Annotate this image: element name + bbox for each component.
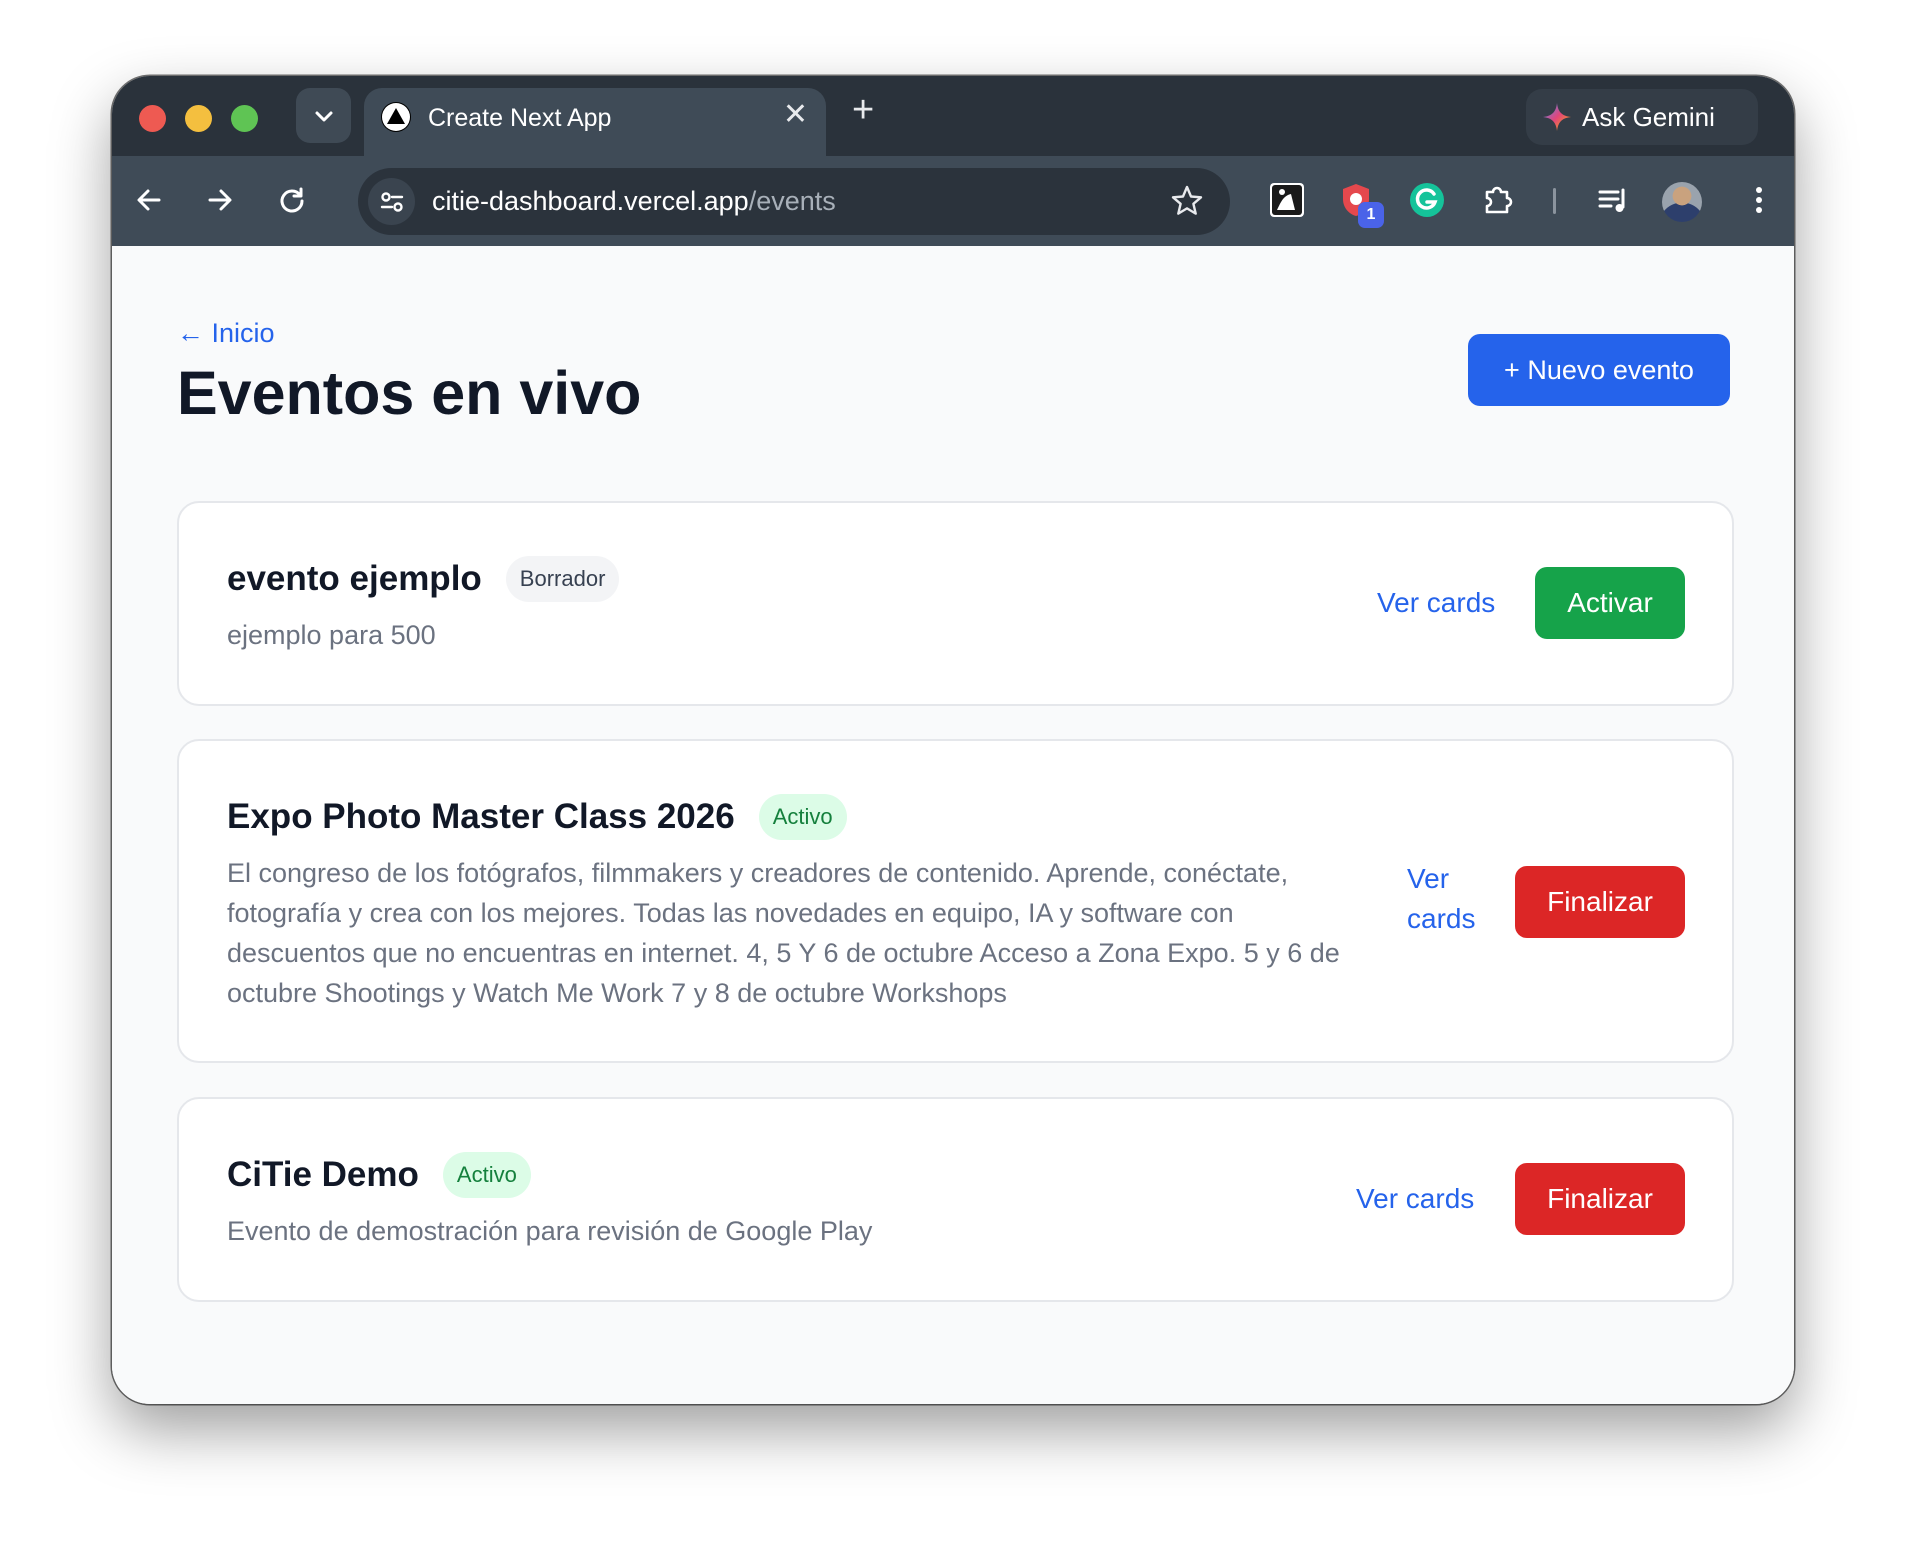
ask-gemini-label: Ask Gemini <box>1582 101 1715 132</box>
event-card: evento ejemplo Borrador ejemplo para 500… <box>177 501 1734 706</box>
activate-button[interactable]: Activar <box>1535 567 1685 639</box>
bookmark-button[interactable] <box>1170 184 1204 223</box>
event-title: CiTie Demo <box>227 1155 419 1194</box>
event-card-header: evento ejemplo Borrador <box>227 556 620 602</box>
reload-icon <box>280 187 304 213</box>
tab-close-icon[interactable]: ✕ <box>783 100 808 130</box>
event-title: evento ejemplo <box>227 559 482 598</box>
extensions-button[interactable] <box>1476 178 1520 222</box>
gemini-sparkle-icon <box>1543 103 1571 131</box>
url-text[interactable]: citie-dashboard.vercel.app/events <box>432 186 836 217</box>
tab-title: Create Next App <box>428 104 612 132</box>
view-cards-link[interactable]: Ver cards <box>1377 583 1495 623</box>
address-bar[interactable]: citie-dashboard.vercel.app/events <box>358 168 1230 235</box>
view-cards-link[interactable]: Ver cards <box>1356 1179 1474 1219</box>
new-tab-button[interactable]: + <box>852 90 874 130</box>
kindle-extension-icon <box>1270 183 1304 217</box>
event-card-header: CiTie Demo Activo <box>227 1152 531 1198</box>
event-card: Expo Photo Master Class 2026 Activo El c… <box>177 739 1734 1063</box>
reload-button[interactable] <box>270 178 314 222</box>
minimize-window-button[interactable] <box>185 105 212 132</box>
more-menu-icon <box>1756 187 1762 213</box>
url-path: /events <box>748 186 836 216</box>
more-menu-button[interactable] <box>1737 178 1781 222</box>
shield-extension-button[interactable]: 1 <box>1334 178 1384 228</box>
site-settings-button[interactable] <box>368 178 415 225</box>
kindle-extension-button[interactable] <box>1265 178 1309 222</box>
status-badge: Activo <box>758 794 847 840</box>
extension-badge: 1 <box>1358 202 1384 228</box>
page-content: ← Inicio Eventos en vivo + Nuevo evento … <box>112 246 1794 1404</box>
forward-arrow-icon <box>208 189 232 211</box>
page-title: Eventos en vivo <box>177 359 642 427</box>
media-controls-button[interactable] <box>1592 178 1636 222</box>
back-button[interactable] <box>127 178 171 222</box>
nextjs-favicon-icon <box>381 102 411 132</box>
bookmark-star-icon <box>1171 185 1203 215</box>
extensions-puzzle-icon <box>1485 186 1513 214</box>
url-host: citie-dashboard.vercel.app <box>432 186 749 216</box>
back-to-home-link[interactable]: ← Inicio <box>177 318 275 349</box>
site-settings-icon <box>380 191 403 212</box>
tab-search-button[interactable] <box>296 88 351 143</box>
finalize-button[interactable]: Finalizar <box>1515 1163 1685 1235</box>
grammarly-extension-icon <box>1410 183 1444 217</box>
tab-active[interactable]: Create Next App ✕ <box>364 88 826 156</box>
tab-search-icon <box>315 111 332 121</box>
view-cards-link[interactable]: Ver cards <box>1407 859 1487 939</box>
event-description: Evento de demostración para revisión de … <box>227 1216 873 1246</box>
profile-avatar[interactable] <box>1662 182 1702 222</box>
forward-button[interactable] <box>198 178 242 222</box>
event-description: El congreso de los fotógrafos, filmmaker… <box>227 858 1340 1008</box>
ask-gemini-button[interactable]: Ask Gemini <box>1526 89 1758 145</box>
new-event-button[interactable]: + Nuevo evento <box>1468 334 1730 406</box>
event-card: CiTie Demo Activo Evento de demostración… <box>177 1097 1734 1302</box>
back-arrow-icon <box>137 189 161 211</box>
tab-strip: Create Next App ✕ + Ask Gemini <box>112 76 1794 156</box>
media-controls-icon <box>1598 188 1625 212</box>
close-window-button[interactable] <box>139 105 166 132</box>
event-description: ejemplo para 500 <box>227 620 436 650</box>
status-badge: Activo <box>442 1152 531 1198</box>
event-title: Expo Photo Master Class 2026 <box>227 797 735 836</box>
toolbar-divider <box>1553 188 1556 214</box>
status-badge: Borrador <box>505 556 620 602</box>
maximize-window-button[interactable] <box>231 105 258 132</box>
browser-window: Create Next App ✕ + Ask Gemini citie-das… <box>112 76 1794 1404</box>
event-card-header: Expo Photo Master Class 2026 Activo <box>227 794 847 840</box>
grammarly-extension-button[interactable] <box>1405 178 1449 222</box>
finalize-button[interactable]: Finalizar <box>1515 866 1685 938</box>
browser-toolbar: citie-dashboard.vercel.app/events 1 <box>112 156 1794 246</box>
